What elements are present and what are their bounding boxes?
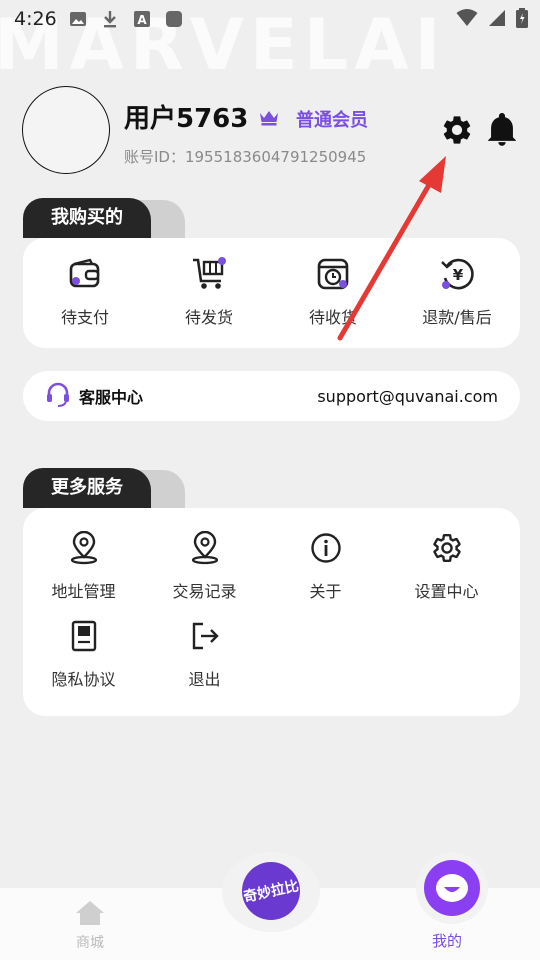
status-bar: 4:26 A xyxy=(0,0,540,38)
pending-payment-label: 待支付 xyxy=(60,308,109,327)
pending-shipment-button[interactable]: 待发货 xyxy=(147,256,271,328)
wallet-icon xyxy=(67,256,103,292)
package-clock-icon xyxy=(315,256,351,292)
settings-gear-icon[interactable] xyxy=(440,113,474,147)
yen-refund-icon: ¥ xyxy=(439,256,475,292)
wifi-icon xyxy=(456,9,478,31)
purchases-card: 待支付 待发货 待收货 ¥ 退款/售后 xyxy=(23,238,520,348)
home-icon xyxy=(75,900,105,930)
pending-payment-button[interactable]: 待支付 xyxy=(23,256,147,328)
nav-mall-tab[interactable]: 商城 xyxy=(70,900,110,952)
account-id: 账号ID：1955183604791250945 xyxy=(124,148,367,166)
services-title: 更多服务 xyxy=(23,468,151,508)
pending-receipt-button[interactable]: 待收货 xyxy=(271,256,395,328)
address-management-label: 地址管理 xyxy=(51,582,116,601)
signal-icon xyxy=(488,9,506,31)
logout-icon xyxy=(187,618,223,654)
info-icon xyxy=(308,530,344,566)
customer-service-bar[interactable]: 客服中心 support@quvanai.com xyxy=(23,371,520,421)
purchases-section-tab: 我购买的 xyxy=(23,198,185,238)
image-icon xyxy=(69,10,87,28)
svg-text:¥: ¥ xyxy=(453,266,464,284)
transaction-records-label: 交易记录 xyxy=(172,582,237,601)
avatar[interactable] xyxy=(22,86,110,174)
about-label: 关于 xyxy=(309,582,342,601)
download-icon xyxy=(101,10,119,28)
username: 用户5763 xyxy=(124,104,249,134)
refund-after-sales-label: 退款/售后 xyxy=(422,308,492,327)
crown-icon xyxy=(260,111,278,126)
battery-icon xyxy=(516,8,528,32)
logout-button[interactable]: 退出 xyxy=(144,618,265,690)
member-level-badge[interactable]: 普通会员 xyxy=(296,106,368,132)
pending-receipt-label: 待收货 xyxy=(308,308,357,327)
settings-center-button[interactable]: 设置中心 xyxy=(386,530,507,602)
about-button[interactable]: 关于 xyxy=(265,530,386,602)
bell-icon[interactable] xyxy=(487,113,517,147)
svg-text:A: A xyxy=(137,13,147,27)
pending-shipment-label: 待发货 xyxy=(184,308,233,327)
font-a-icon: A xyxy=(133,10,151,28)
nav-mall-label: 商城 xyxy=(76,935,104,951)
document-icon xyxy=(66,618,102,654)
headset-icon xyxy=(45,381,71,411)
cart-icon xyxy=(191,256,227,292)
settings-center-label: 设置中心 xyxy=(414,582,479,601)
smile-face-icon xyxy=(436,874,468,902)
support-email[interactable]: support@quvanai.com xyxy=(317,387,498,406)
privacy-policy-button[interactable]: 隐私协议 xyxy=(23,618,144,690)
nav-mine-label: 我的 xyxy=(432,932,463,950)
nav-mine-tab[interactable] xyxy=(424,860,480,916)
location-pin-icon xyxy=(66,530,102,566)
purchases-title: 我购买的 xyxy=(23,198,151,238)
address-management-button[interactable]: 地址管理 xyxy=(23,530,144,602)
center-logo-button[interactable]: 奇妙拉比 xyxy=(242,862,300,920)
services-section-tab: 更多服务 xyxy=(23,468,185,508)
status-time: 4:26 xyxy=(14,8,57,30)
refund-after-sales-button[interactable]: ¥ 退款/售后 xyxy=(395,256,519,328)
gear-icon xyxy=(429,530,465,566)
privacy-policy-label: 隐私协议 xyxy=(51,670,116,689)
logout-label: 退出 xyxy=(188,670,221,689)
transaction-records-button[interactable]: 交易记录 xyxy=(144,530,265,602)
location-pin-icon xyxy=(187,530,223,566)
services-card: 地址管理 交易记录 关于 设置中心 隐私协议 退出 xyxy=(23,508,520,716)
center-logo-text: 奇妙拉比 xyxy=(242,878,301,906)
app-square-icon xyxy=(165,10,183,28)
customer-service-label: 客服中心 xyxy=(79,388,144,407)
